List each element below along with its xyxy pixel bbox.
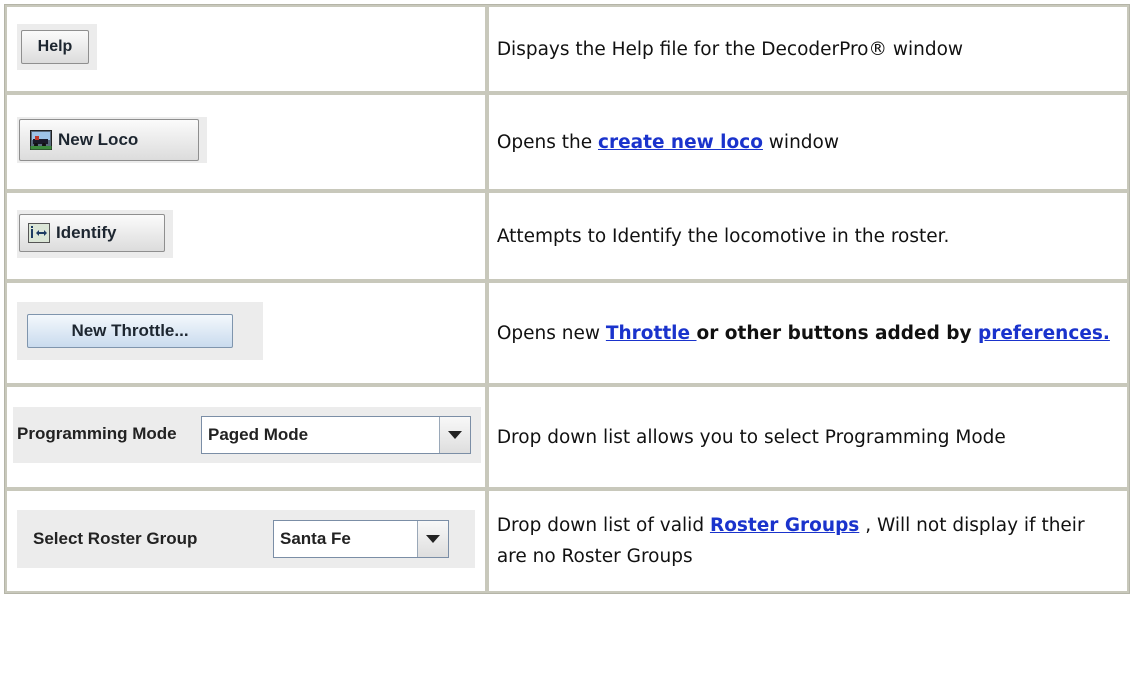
table-row: Programming Mode Paged Mode Drop down li…: [5, 385, 1129, 489]
programming-mode-value: Paged Mode: [208, 424, 309, 444]
locomotive-icon: [30, 129, 52, 150]
identify-button-screenshot: Identify: [17, 209, 173, 258]
description-text: Opens the: [496, 131, 598, 153]
roster-groups-link[interactable]: Roster Groups: [710, 515, 859, 536]
button-reference-table: Help Dispays the Help file for the Decod…: [4, 4, 1130, 594]
description-text-bold: or other buttons added by: [696, 322, 978, 344]
identify-arrows-icon: [28, 222, 50, 243]
description-text: Dispays the Help file for the DecoderPro…: [496, 38, 964, 60]
programming-mode-label: Programming Mode: [17, 423, 177, 443]
table-row: Select Roster Group Santa Fe Drop down l…: [5, 489, 1129, 593]
description-cell: Attempts to Identify the locomotive in t…: [486, 191, 1129, 281]
description-text: Drop down list allows you to select Prog…: [496, 426, 1006, 448]
programming-mode-screenshot: Programming Mode Paged Mode: [13, 406, 481, 463]
table-row: New Loco Opens the create new loco windo…: [5, 93, 1129, 191]
throttle-link[interactable]: Throttle: [606, 323, 697, 344]
button-cell: Programming Mode Paged Mode: [5, 385, 487, 489]
new-loco-button-screenshot: New Loco: [17, 116, 207, 163]
description-cell: Dispays the Help file for the DecoderPro…: [486, 5, 1129, 93]
button-cell: Identify: [5, 191, 487, 281]
table-row: Identify Attempts to Identify the locomo…: [5, 191, 1129, 281]
chevron-down-icon: [426, 534, 440, 543]
description-cell: Drop down list of valid Roster Groups , …: [486, 489, 1129, 593]
chevron-down-icon: [448, 430, 462, 439]
create-new-loco-link[interactable]: create new loco: [598, 132, 763, 153]
roster-group-label: Select Roster Group: [33, 528, 198, 548]
button-cell: New Loco: [5, 93, 487, 191]
description-cell: Opens the create new loco window: [486, 93, 1129, 191]
new-throttle-button-screenshot: New Throttle...: [17, 301, 263, 360]
description-cell: Opens new Throttle or other buttons adde…: [486, 281, 1129, 385]
button-cell: Select Roster Group Santa Fe: [5, 489, 487, 593]
description-text: window: [762, 131, 839, 153]
roster-group-screenshot: Select Roster Group Santa Fe: [17, 509, 475, 568]
button-cell: Help: [5, 5, 487, 93]
new-loco-button[interactable]: New Loco: [19, 118, 199, 161]
new-loco-label: New Loco: [58, 129, 139, 149]
dropdown-arrow[interactable]: [439, 416, 470, 453]
roster-group-value: Santa Fe: [280, 528, 351, 548]
table-row: New Throttle... Opens new Throttle or ot…: [5, 281, 1129, 385]
new-throttle-button[interactable]: New Throttle...: [27, 313, 233, 348]
help-button[interactable]: Help: [21, 29, 89, 64]
identify-label: Identify: [56, 222, 117, 242]
description-cell: Drop down list allows you to select Prog…: [486, 385, 1129, 489]
table-row: Help Dispays the Help file for the Decod…: [5, 5, 1129, 93]
button-cell: New Throttle...: [5, 281, 487, 385]
roster-group-dropdown[interactable]: Santa Fe: [273, 519, 449, 558]
programming-mode-dropdown[interactable]: Paged Mode: [201, 415, 471, 454]
dropdown-arrow[interactable]: [417, 520, 448, 557]
identify-button[interactable]: Identify: [19, 213, 165, 252]
description-text: Opens new: [496, 322, 606, 344]
preferences-link[interactable]: preferences.: [978, 323, 1110, 344]
help-button-screenshot: Help: [17, 23, 97, 70]
description-text: Attempts to Identify the locomotive in t…: [496, 225, 950, 247]
description-text: Drop down list of valid: [496, 515, 710, 536]
